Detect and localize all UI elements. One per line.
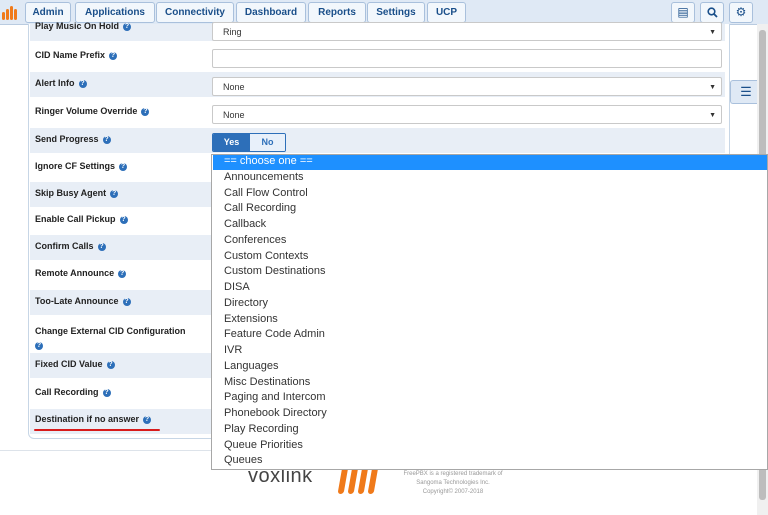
help-icon[interactable]: ? — [118, 270, 127, 278]
ringer-volume-override-select[interactable]: None ▼ — [212, 105, 722, 124]
field-label: Fixed CID Value? — [35, 359, 115, 369]
nav-tab-applications[interactable]: Applications — [75, 2, 155, 23]
field-label: Ignore CF Settings? — [35, 161, 128, 171]
footer-trademark: FreePBX is a registered trademark of — [403, 471, 503, 477]
help-icon[interactable]: ? — [102, 136, 111, 144]
dropdown-option[interactable]: Custom Contexts — [224, 250, 308, 262]
help-icon[interactable]: ? — [102, 389, 111, 397]
dropdown-option[interactable]: Extensions — [224, 313, 278, 325]
dropdown-option[interactable]: IVR — [224, 344, 242, 356]
help-icon[interactable]: ? — [123, 23, 132, 31]
play-music-on-hold-select[interactable]: Ring ▼ — [212, 22, 722, 41]
dropdown-option[interactable]: Paging and Intercom — [224, 391, 326, 403]
footer-company: Sangoma Technologies Inc. — [416, 480, 490, 486]
dropdown-option[interactable]: == choose one == — [224, 155, 313, 167]
field-label: Destination if no answer? — [35, 414, 152, 424]
field-label: Remote Announce? — [35, 268, 127, 278]
dropdown-option[interactable]: Directory — [224, 297, 268, 309]
help-icon[interactable]: ? — [97, 243, 106, 251]
send-progress-no-button[interactable]: No — [250, 134, 285, 151]
nav-tab-connectivity[interactable]: Connectivity — [156, 2, 234, 23]
dropdown-option[interactable]: Phonebook Directory — [224, 407, 327, 419]
field-label: Call Recording? — [35, 387, 111, 397]
gear-icon[interactable]: ⚙ — [729, 2, 753, 23]
field-label: Change External CID Configuration? — [35, 326, 186, 350]
dropdown-option[interactable]: Call Recording — [224, 202, 296, 214]
caret-down-icon: ▼ — [709, 112, 716, 119]
dropdown-option[interactable]: Custom Destinations — [224, 265, 326, 277]
voxlink-logo-icon — [336, 466, 384, 494]
help-icon[interactable]: ? — [35, 342, 43, 350]
search-icon[interactable] — [700, 2, 724, 23]
alert-info-select[interactable]: None ▼ — [212, 77, 722, 96]
field-label: Confirm Calls? — [35, 241, 106, 251]
nav-tab-reports[interactable]: Reports — [308, 2, 366, 23]
field-label: Send Progress? — [35, 134, 111, 144]
nav-tab-admin[interactable]: Admin — [25, 2, 71, 23]
dropdown-option[interactable]: Callback — [224, 218, 266, 230]
dropdown-option[interactable]: Queues — [224, 454, 263, 466]
field-label: Play Music On Hold? — [35, 21, 132, 31]
field-label: Alert Info? — [35, 78, 87, 88]
dropdown-option[interactable]: Feature Code Admin — [224, 328, 325, 340]
dropdown-option[interactable]: Misc Destinations — [224, 376, 310, 388]
field-label: Enable Call Pickup? — [35, 214, 128, 224]
help-icon[interactable]: ? — [141, 108, 150, 116]
dropdown-option[interactable]: Call Flow Control — [224, 187, 308, 199]
dropdown-option[interactable]: Languages — [224, 360, 278, 372]
help-icon[interactable]: ? — [119, 163, 128, 171]
language-icon[interactable]: ▤ — [671, 2, 695, 23]
field-label: CID Name Prefix? — [35, 50, 118, 60]
footer-copyright: Copyright© 2007-2018 — [422, 489, 484, 495]
send-progress-yes-button[interactable]: Yes — [213, 134, 250, 151]
annotation-underline — [34, 429, 160, 431]
help-icon[interactable]: ? — [106, 361, 115, 369]
freepbx-logo-icon[interactable] — [2, 4, 22, 20]
caret-down-icon: ▼ — [709, 84, 716, 91]
dropdown-option[interactable]: DISA — [224, 281, 250, 293]
nav-tab-settings[interactable]: Settings — [367, 2, 425, 23]
help-icon[interactable]: ? — [109, 52, 118, 60]
field-label: Skip Busy Agent? — [35, 188, 119, 198]
cid-name-prefix-input[interactable] — [212, 49, 722, 68]
field-label: Ringer Volume Override? — [35, 106, 150, 116]
help-icon[interactable]: ? — [122, 298, 131, 306]
field-label: Too-Late Announce? — [35, 296, 131, 306]
destination-dropdown-list[interactable]: == choose one == Announcements Call Flow C… — [211, 154, 768, 470]
help-icon[interactable]: ? — [110, 190, 119, 198]
nav-tab-ucp[interactable]: UCP — [427, 2, 466, 23]
dropdown-option[interactable]: Play Recording — [224, 423, 299, 435]
form-row: Send Progress? — [30, 128, 725, 153]
dropdown-option[interactable]: Queue Priorities — [224, 439, 303, 451]
dropdown-option[interactable]: Conferences — [224, 234, 286, 246]
dropdown-option[interactable]: Announcements — [224, 171, 304, 183]
caret-down-icon: ▼ — [709, 29, 716, 36]
send-progress-toggle: Yes No — [212, 133, 286, 152]
help-icon[interactable]: ? — [78, 80, 87, 88]
nav-tab-dashboard[interactable]: Dashboard — [236, 2, 306, 23]
help-icon[interactable]: ? — [119, 216, 128, 224]
help-icon[interactable]: ? — [143, 416, 152, 424]
